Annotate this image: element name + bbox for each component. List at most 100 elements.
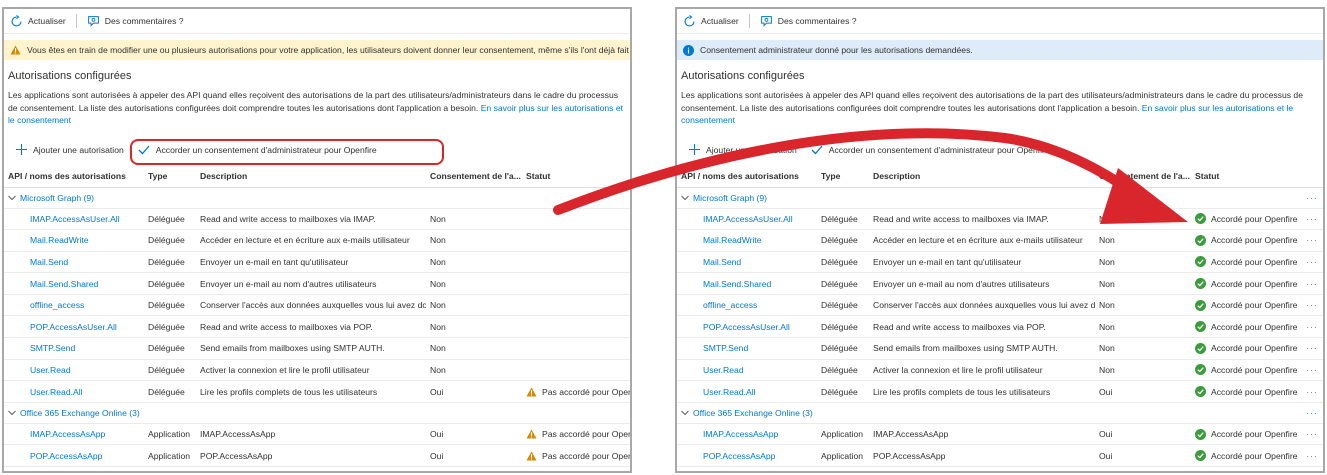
more-options-button[interactable]: ···	[1301, 229, 1323, 252]
permission-link[interactable]: POP.AccessAsApp	[677, 444, 817, 468]
permission-link[interactable]: IMAP.AccessAsUser.All	[4, 208, 144, 231]
table-row: IMAP.AccessAsApp Application IMAP.AccessAs…	[677, 423, 1323, 446]
column-header-type[interactable]: Type	[817, 164, 869, 188]
permission-link[interactable]: SMTP.SendAsApp	[677, 466, 817, 471]
more-options-button[interactable]: ···	[1301, 380, 1323, 403]
permission-group-row[interactable]: Microsoft Graph (9) ···	[677, 187, 1323, 209]
section-title: Autorisations configurées	[8, 70, 132, 82]
status-cell: Pas accordé pour Openf	[522, 423, 630, 446]
permission-description: Conserver l'accès aux données auxquelles…	[196, 294, 426, 317]
status-cell: Pas accordé pour Openf	[522, 380, 630, 403]
more-options-button[interactable]: ···	[1301, 272, 1323, 295]
permission-link[interactable]: Mail.ReadWrite	[4, 229, 144, 252]
permission-link[interactable]: SMTP.Send	[4, 337, 144, 360]
column-header-consent[interactable]: Consentement de l'a...	[1095, 164, 1191, 188]
permission-link[interactable]: offline_access	[4, 294, 144, 317]
add-permission-button[interactable]: Ajouter une autorisation	[16, 144, 124, 155]
feedback-button[interactable]: Des commentaires ?	[760, 15, 867, 28]
permission-link[interactable]: User.Read	[4, 359, 144, 382]
admin-consent-required: Non	[1095, 359, 1191, 382]
status-cell	[522, 229, 630, 252]
status-badge: Accordé pour Openfire	[1195, 256, 1297, 268]
permission-link[interactable]: User.Read.All	[4, 380, 144, 403]
more-options-button[interactable]: ···	[1301, 423, 1323, 446]
permission-link[interactable]: User.Read	[677, 359, 817, 382]
more-options-button[interactable]: ···	[1301, 359, 1323, 382]
chevron-down-icon[interactable]	[681, 408, 689, 418]
chevron-down-icon[interactable]	[8, 408, 16, 418]
column-header-api[interactable]: API / noms des autorisations	[4, 164, 144, 188]
permission-link[interactable]: User.Read.All	[677, 380, 817, 403]
success-icon	[1195, 213, 1206, 225]
info-icon	[683, 44, 694, 56]
admin-consent-required: Non	[1095, 315, 1191, 339]
status-text: Accordé pour Openfire	[1211, 278, 1298, 289]
plus-icon	[689, 144, 700, 155]
column-header-api[interactable]: API / noms des autorisations	[677, 164, 817, 188]
warning-icon	[526, 387, 537, 397]
column-header-type[interactable]: Type	[144, 164, 196, 188]
permission-group-row[interactable]: Microsoft Graph (9)	[4, 187, 630, 209]
status-cell: Accordé pour Openfire	[1191, 337, 1301, 360]
permission-link[interactable]: SMTP.Send	[677, 337, 817, 360]
permission-link[interactable]: POP.AccessAsApp	[4, 444, 144, 468]
more-options-button[interactable]: ···	[1301, 315, 1323, 339]
permission-link[interactable]: IMAP.AccessAsApp	[677, 423, 817, 446]
column-header-consent[interactable]: Consentement de l'a...	[426, 164, 522, 188]
permission-group-row[interactable]: Office 365 Exchange Online (3)	[4, 402, 630, 424]
permission-type: Déléguée	[144, 315, 196, 339]
status-cell: Accordé pour Openfire	[1191, 466, 1301, 473]
permission-link[interactable]: IMAP.AccessAsUser.All	[677, 208, 817, 231]
permission-link[interactable]: Mail.ReadWrite	[677, 229, 817, 252]
toolbar: Actualiser Des commentaires ?	[677, 9, 1323, 34]
success-icon	[1195, 299, 1206, 311]
chevron-down-icon[interactable]	[8, 193, 16, 203]
grant-consent-button[interactable]: Accorder un consentement d'administrateu…	[129, 138, 444, 165]
more-options-button[interactable]: ···	[1301, 444, 1323, 468]
status-cell: Accordé pour Openfire	[1191, 294, 1301, 317]
add-permission-button[interactable]: Ajouter une autorisation	[689, 144, 797, 155]
permission-link[interactable]: SMTP.SendAsApp	[4, 466, 144, 471]
more-options-button[interactable]: ···	[1301, 337, 1323, 360]
status-cell: Accordé pour Openfire	[1191, 359, 1301, 382]
table-header-row: API / noms des autorisations Type Descri…	[4, 164, 630, 188]
permission-link[interactable]: POP.AccessAsUser.All	[677, 315, 817, 339]
more-options-button[interactable]: ···	[1301, 208, 1323, 231]
permission-link[interactable]: Mail.Send	[4, 251, 144, 274]
column-header-description[interactable]: Description	[196, 164, 426, 188]
grant-consent-button[interactable]: Accorder un consentement d'administrateu…	[811, 145, 1050, 155]
permission-link[interactable]: IMAP.AccessAsApp	[4, 423, 144, 446]
table-row: User.Read Déléguée Activer la connexion et…	[677, 359, 1323, 382]
more-options-button[interactable]: ···	[1301, 251, 1323, 274]
column-header-status[interactable]: Statut	[1191, 164, 1301, 188]
permission-group-row[interactable]: Office 365 Exchange Online (3) ···	[677, 402, 1323, 424]
feedback-button[interactable]: Des commentaires ?	[87, 15, 194, 28]
more-options-button[interactable]: ···	[1301, 402, 1323, 424]
permission-description: Accéder en lecture et en écriture aux e-…	[869, 229, 1095, 252]
more-options-button[interactable]: ···	[1301, 294, 1323, 317]
admin-consent-required: Non	[1095, 294, 1191, 317]
more-options-button[interactable]: ···	[1301, 466, 1323, 471]
info-banner-text: Consentement administrateur donné pour l…	[700, 45, 973, 55]
status-text: Pas accordé pour Openf	[542, 472, 632, 473]
column-header-status[interactable]: Statut	[522, 164, 630, 188]
status-badge: Accordé pour Openfire	[1195, 321, 1297, 333]
permission-description: Envoyer un e-mail en tant qu'utilisateur	[869, 251, 1095, 274]
permission-link[interactable]: Mail.Send.Shared	[677, 272, 817, 295]
refresh-button[interactable]: Actualiser	[10, 14, 76, 28]
status-badge: Accordé pour Openfire	[1195, 472, 1297, 473]
permission-link[interactable]: Mail.Send.Shared	[4, 272, 144, 295]
table-row: IMAP.AccessAsUser.All Déléguée Read and wr…	[677, 208, 1323, 231]
admin-consent-required: Non	[426, 229, 522, 252]
permission-link[interactable]: Mail.Send	[677, 251, 817, 274]
permission-type: Déléguée	[817, 208, 869, 231]
admin-consent-required: Oui	[426, 423, 522, 446]
permission-type: Déléguée	[817, 251, 869, 274]
permission-link[interactable]: POP.AccessAsUser.All	[4, 315, 144, 339]
column-header-description[interactable]: Description	[869, 164, 1095, 188]
refresh-button[interactable]: Actualiser	[683, 14, 749, 28]
refresh-label: Actualiser	[701, 16, 739, 26]
chevron-down-icon[interactable]	[681, 193, 689, 203]
more-options-button[interactable]: ···	[1301, 187, 1323, 209]
permission-link[interactable]: offline_access	[677, 294, 817, 317]
